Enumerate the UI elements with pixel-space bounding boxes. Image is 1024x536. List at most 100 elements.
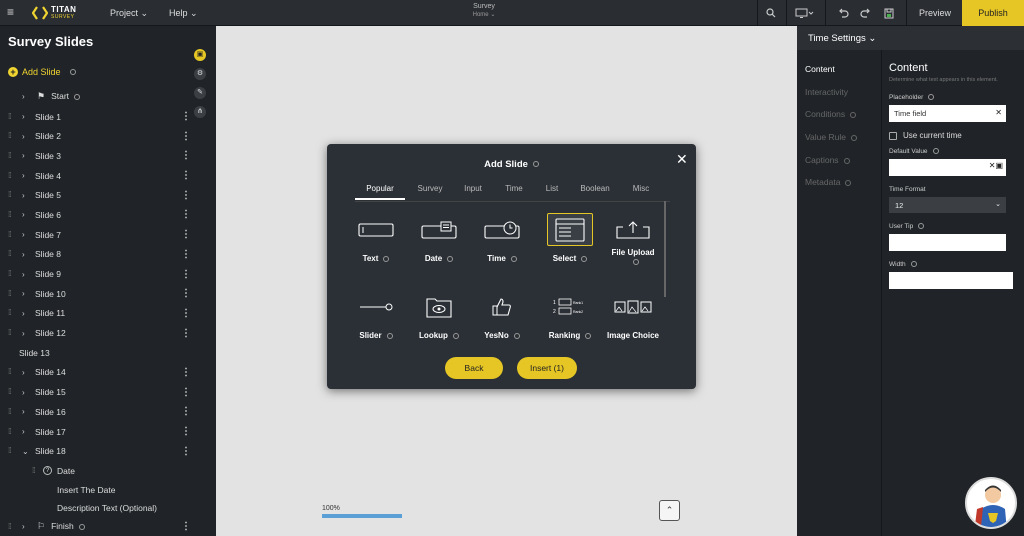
drag-handle-icon[interactable]: ⁞⁞ [32,466,38,475]
chevron-right-icon[interactable]: › [22,171,25,180]
info-icon[interactable] [386,332,393,339]
info-icon[interactable] [447,255,454,262]
info-icon[interactable] [585,332,592,339]
sidebar-slide-item[interactable]: ⁞⁞ › Slide 10 ⋮ [0,284,200,304]
kebab-menu-icon[interactable]: ⋮ [181,190,191,201]
kebab-menu-icon[interactable]: ⋮ [181,288,191,299]
settings-nav-item[interactable]: Content [805,64,881,87]
sidebar-slide-item[interactable]: ⁞⁞ › Slide 6 ⋮ [0,205,200,225]
kebab-menu-icon[interactable]: ⋮ [181,521,191,532]
document-title[interactable]: Survey Home ⌄ [456,3,512,18]
chevron-right-icon[interactable]: › [22,230,25,239]
undo-icon[interactable] [835,0,851,26]
info-icon[interactable] [78,523,85,530]
kebab-menu-icon[interactable]: ⋮ [181,446,191,457]
sidebar-slide-item[interactable]: ⁞⁞ ⌄ Slide 18 ⋮ [0,441,200,461]
kebab-menu-icon[interactable]: ⋮ [181,308,191,319]
sidebar-slide-item[interactable]: ⁞⁞ › Slide 7 ⋮ [0,225,200,245]
kebab-menu-icon[interactable]: ⋮ [181,269,191,280]
drag-handle-icon[interactable]: ⁞⁞ [8,368,14,376]
sidebar-slide-item[interactable]: ⁞⁞ › Slide 17 ⋮ [0,422,200,442]
sidebar-slide-item[interactable]: ⁞⁞ › Slide 8 ⋮ [0,245,200,265]
kebab-menu-icon[interactable]: ⋮ [181,170,191,181]
drag-handle-icon[interactable]: ⁞⁞ [8,230,14,239]
info-icon[interactable] [910,261,917,268]
drag-handle-icon[interactable]: ⁞⁞ [8,132,14,140]
chevron-right-icon[interactable]: › [22,427,25,436]
default-value-input[interactable]: ✕▣ [889,159,1006,176]
tile-time[interactable]: Time [472,213,532,263]
drag-handle-icon[interactable]: ⁞⁞ [8,151,14,160]
info-icon[interactable] [843,157,850,164]
info-icon[interactable] [632,258,639,265]
tab-misc[interactable]: Misc [629,184,653,198]
chevron-right-icon[interactable]: › [22,250,25,259]
time-picker-icon[interactable]: ✕▣ [989,161,1003,170]
drag-handle-icon[interactable]: ⁞⁞ [8,289,14,298]
drag-handle-icon[interactable]: ⁞⁞ [8,270,14,278]
sidebar-slide-item[interactable]: ⁞⁞ › ⚐ Finish ⋮ [0,517,200,536]
tab-input[interactable]: Input [461,184,485,198]
sidebar-slide-item[interactable]: ⁞⁞ › Slide 14 ⋮ [0,363,200,383]
use-current-time-checkbox[interactable]: Use current time [889,131,1014,140]
drag-handle-icon[interactable]: ⁞⁞ [8,171,14,180]
gear-icon[interactable]: ⚙ [194,68,206,80]
chevron-down-icon[interactable]: ⌄ [22,447,29,456]
tile-slider[interactable]: Slider [346,290,406,340]
clear-icon[interactable]: ✕ [995,108,1002,117]
info-icon[interactable] [74,94,81,101]
width-input[interactable] [889,272,1013,289]
drag-handle-icon[interactable]: ⁞⁞ [8,427,14,436]
settings-nav-item[interactable]: Value Rule [805,132,881,155]
kebab-menu-icon[interactable]: ⋮ [181,367,191,378]
kebab-menu-icon[interactable]: ⋮ [181,387,191,398]
redo-icon[interactable] [857,0,873,26]
chevron-right-icon[interactable]: › [22,289,25,298]
info-icon[interactable] [581,255,588,262]
info-icon[interactable] [850,134,857,141]
chevron-right-icon[interactable]: › [22,368,25,377]
back-button[interactable]: Back [445,357,503,379]
close-icon[interactable]: ✕ [676,151,688,168]
tile-select[interactable]: Select [540,213,600,263]
chevron-right-icon[interactable]: › [22,210,25,219]
info-icon[interactable] [510,255,517,262]
sidebar-slide-item[interactable]: ⁞⁞ › Slide 3 ⋮ [0,146,200,166]
sidebar-slide-item[interactable]: › ⚑ Start [0,87,200,107]
insert-button[interactable]: Insert (1) [517,357,577,379]
sidebar-slide-item[interactable]: ⁞⁞ › Slide 2 ⋮ [0,126,200,146]
kebab-menu-icon[interactable]: ⋮ [181,111,191,122]
chevron-right-icon[interactable]: › [22,92,25,101]
preview-button[interactable]: Preview [908,0,962,26]
settings-nav-item[interactable]: Conditions [805,109,881,132]
drag-handle-icon[interactable]: ⁞⁞ [8,388,14,396]
tab-boolean[interactable]: Boolean [577,184,613,198]
chevron-right-icon[interactable]: › [22,388,25,397]
titan-logo[interactable]: TITAN SURVEY [32,4,92,22]
sidebar-slide-item[interactable]: ⁞⁞ › Slide 4 ⋮ [0,166,200,186]
settings-nav-item[interactable]: Metadata [805,177,881,200]
info-icon[interactable] [845,180,852,187]
drag-handle-icon[interactable]: ⁞⁞ [8,329,14,337]
chevron-right-icon[interactable]: › [22,309,25,318]
drag-handle-icon[interactable]: ⁞⁞ [8,407,14,416]
publish-button[interactable]: Publish [962,0,1024,26]
hamburger-menu-icon[interactable]: ≡ [7,6,19,18]
kebab-menu-icon[interactable]: ⋮ [181,249,191,260]
info-icon[interactable] [850,112,857,119]
kebab-menu-icon[interactable]: ⋮ [181,426,191,437]
info-icon[interactable] [452,332,459,339]
tile-file-upload[interactable]: File Upload [603,213,663,266]
sidebar-slide-item[interactable]: ⁞⁞ › Slide 1 ⋮ [0,107,200,127]
drag-handle-icon[interactable]: ⁞⁞ [8,210,14,219]
brush-icon[interactable]: ✎ [194,87,206,99]
chevron-right-icon[interactable]: › [22,132,25,141]
search-icon[interactable] [762,0,780,26]
chevron-right-icon[interactable]: › [22,112,25,121]
sidebar-slide-item[interactable]: Insert The Date [0,481,200,499]
settings-nav-item[interactable]: Captions [805,155,881,178]
info-icon[interactable] [513,332,520,339]
flow-icon[interactable]: ⋔ [194,106,206,118]
help-menu[interactable]: Help ⌄ [169,8,198,19]
tile-date[interactable]: Date [409,213,469,263]
